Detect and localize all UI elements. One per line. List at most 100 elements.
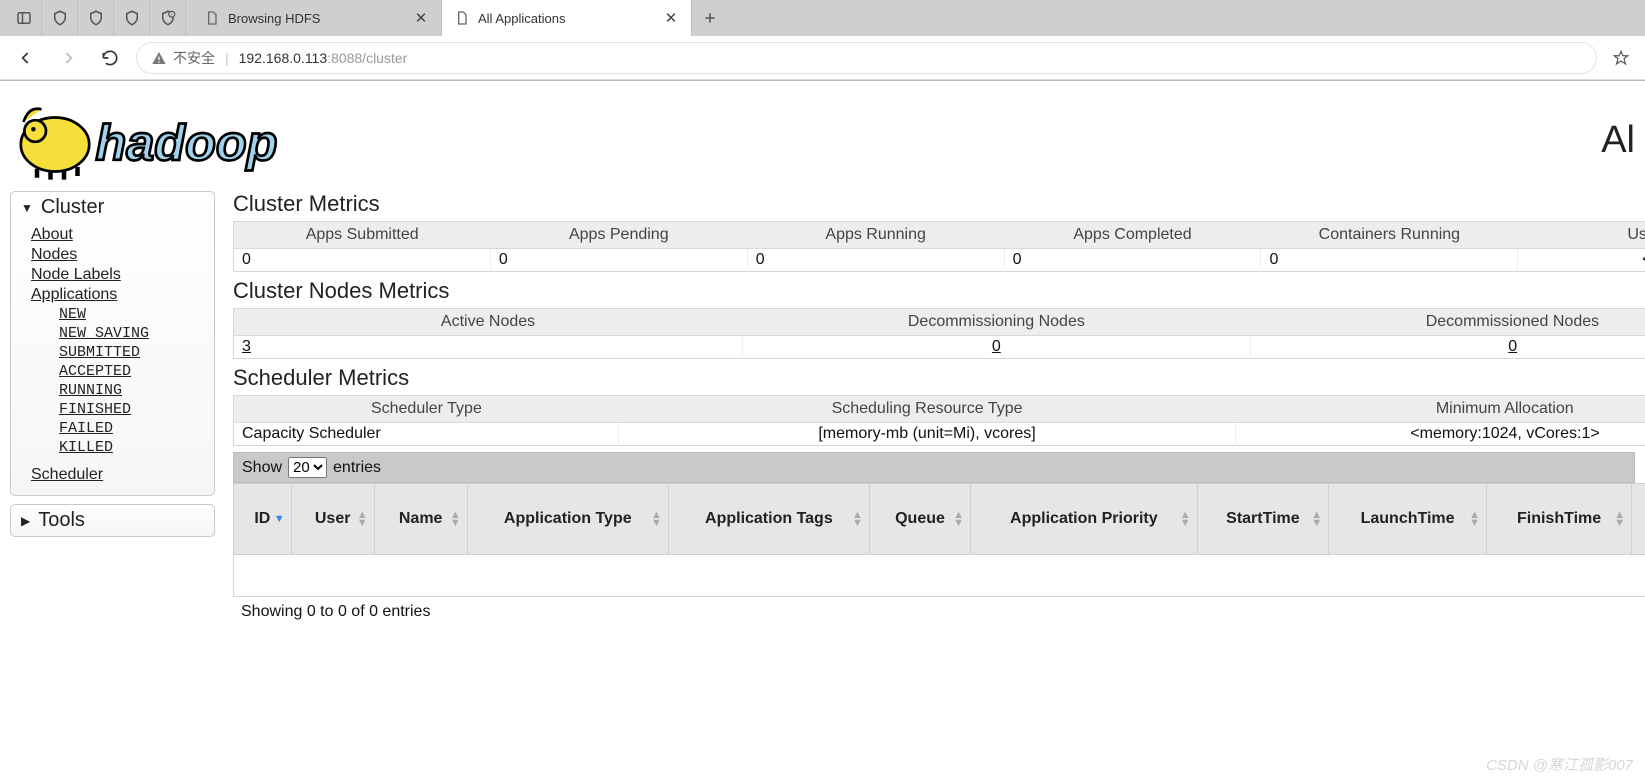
sidebar-tools-header[interactable]: ▶ Tools [11, 505, 214, 536]
col-decommissioned-nodes[interactable]: Decommissioned Nodes [1251, 309, 1645, 336]
tab-all-applications[interactable]: All Applications ✕ [442, 0, 692, 36]
sidebar-link-about[interactable]: About [31, 225, 214, 245]
sort-icon: ▲▼ [1180, 511, 1191, 527]
cell: 0 [747, 249, 1004, 272]
decommissioned-link[interactable]: 0 [1508, 338, 1517, 355]
watermark: CSDN @寒江孤影007 [1486, 754, 1633, 775]
col-id[interactable]: ID▼ [234, 484, 292, 555]
col-decommissioning-nodes[interactable]: Decommissioning Nodes [742, 309, 1251, 336]
decommissioning-link[interactable]: 0 [992, 338, 1001, 355]
cell: 0 [490, 249, 747, 272]
col-name[interactable]: Name▲▼ [374, 484, 467, 555]
forward-button[interactable] [52, 42, 84, 74]
cell: 0 [742, 336, 1251, 359]
col-resource-type[interactable]: Scheduling Resource Type [619, 396, 1235, 423]
cell: 0 [1251, 336, 1645, 359]
file-icon [204, 10, 220, 26]
sort-icon: ▲▼ [953, 511, 964, 527]
close-icon[interactable]: ✕ [413, 10, 429, 26]
col-state[interactable]: State▲▼ [1632, 484, 1645, 555]
sidebar-state-failed[interactable]: FAILED [59, 419, 214, 438]
url-input[interactable]: 不安全 | 192.168.0.113:8088/cluster [136, 42, 1597, 74]
separator: | [225, 50, 229, 66]
sort-desc-icon: ▼ [274, 515, 285, 523]
sort-icon: ▲▼ [357, 511, 368, 527]
sidebar-link-scheduler[interactable]: Scheduler [31, 465, 103, 485]
svg-text:!: ! [171, 13, 172, 18]
cell: <memory:0 B, vC [1518, 249, 1645, 272]
back-button[interactable] [10, 42, 42, 74]
cell: 0 [234, 249, 491, 272]
sort-icon: ▲▼ [852, 511, 863, 527]
sidebar-cluster-header[interactable]: ▼ Cluster [11, 192, 214, 223]
empty-row [234, 555, 1645, 597]
shield-icon[interactable] [78, 0, 114, 36]
col-active-nodes[interactable]: Active Nodes [234, 309, 743, 336]
col-min-alloc[interactable]: Minimum Allocation [1235, 396, 1645, 423]
sidebar-state-new[interactable]: NEW [59, 305, 214, 324]
col-starttime[interactable]: StartTime▲▼ [1197, 484, 1329, 555]
tab-browsing-hdfs[interactable]: Browsing HDFS ✕ [192, 0, 442, 36]
refresh-button[interactable] [94, 42, 126, 74]
show-label: Show [242, 459, 282, 477]
collapse-icon: ▼ [21, 201, 33, 215]
sidebar-link-nodes[interactable]: Nodes [31, 245, 214, 265]
cell: Capacity Scheduler [234, 423, 619, 446]
col-launchtime[interactable]: LaunchTime▲▼ [1329, 484, 1487, 555]
new-tab-button[interactable] [692, 0, 728, 36]
panel-icon[interactable] [6, 0, 42, 36]
col-apps-running[interactable]: Apps Running [747, 222, 1004, 249]
col-scheduler-type[interactable]: Scheduler Type [234, 396, 619, 423]
tab-title: Browsing HDFS [228, 11, 405, 26]
svg-text:hadoop: hadoop [96, 114, 278, 171]
sidebar-state-killed[interactable]: KILLED [59, 438, 214, 457]
insecure-label: 不安全 [173, 48, 215, 68]
datatable-length: Show 20 entries [233, 452, 1635, 483]
cell: 3 [234, 336, 743, 359]
col-app-tags[interactable]: Application Tags▲▼ [668, 484, 869, 555]
sidebar-link-applications[interactable]: Applications [31, 285, 214, 305]
col-finishtime[interactable]: FinishTime▲▼ [1486, 484, 1631, 555]
col-containers-running[interactable]: Containers Running [1261, 222, 1518, 249]
expand-icon: ▶ [21, 514, 30, 528]
section-cluster-metrics: Cluster Metrics [233, 191, 1635, 217]
shield-icon[interactable] [114, 0, 150, 36]
favorite-button[interactable] [1607, 49, 1635, 67]
browser-chrome: ! Browsing HDFS ✕ All Applications ✕ 不安全… [0, 0, 1645, 81]
sidebar-state-running[interactable]: RUNNING [59, 381, 214, 400]
tab-strip: ! Browsing HDFS ✕ All Applications ✕ [0, 0, 1645, 36]
sort-icon: ▲▼ [651, 511, 662, 527]
sidebar-state-accepted[interactable]: ACCEPTED [59, 362, 214, 381]
cell: <memory:1024, vCores:1> [1235, 423, 1645, 446]
window-controls: ! [0, 0, 192, 36]
tab-title: All Applications [478, 11, 655, 26]
cell: [memory-mb (unit=Mi), vcores] [619, 423, 1235, 446]
scheduler-metrics-table: Scheduler Type Scheduling Resource Type … [233, 395, 1645, 446]
url-text: 192.168.0.113:8088/cluster [239, 50, 408, 66]
col-queue[interactable]: Queue▲▼ [869, 484, 970, 555]
applications-table: ID▼ User▲▼ Name▲▼ Application Type▲▼ App… [233, 483, 1645, 597]
sidebar-state-finished[interactable]: FINISHED [59, 400, 214, 419]
entries-label: entries [333, 459, 381, 477]
col-apps-completed[interactable]: Apps Completed [1004, 222, 1261, 249]
col-app-priority[interactable]: Application Priority▲▼ [971, 484, 1198, 555]
page-size-select[interactable]: 20 [288, 457, 327, 478]
hadoop-logo: hadoop [10, 95, 388, 185]
close-icon[interactable]: ✕ [663, 10, 679, 26]
sort-icon: ▲▼ [450, 511, 461, 527]
sidebar-state-submitted[interactable]: SUBMITTED [59, 343, 214, 362]
nodes-metrics-table: Active Nodes Decommissioning Nodes Decom… [233, 308, 1645, 359]
sidebar-cluster-block: ▼ Cluster About Nodes Node Labels Applic… [10, 191, 215, 496]
sidebar-state-new-saving[interactable]: NEW_SAVING [59, 324, 214, 343]
col-apps-submitted[interactable]: Apps Submitted [234, 222, 491, 249]
col-used[interactable]: Used [1518, 222, 1645, 249]
shield-alert-icon[interactable]: ! [150, 0, 186, 36]
sidebar: ▼ Cluster About Nodes Node Labels Applic… [10, 191, 215, 545]
col-apps-pending[interactable]: Apps Pending [490, 222, 747, 249]
shield-icon[interactable] [42, 0, 78, 36]
sidebar-link-node-labels[interactable]: Node Labels [31, 265, 214, 285]
col-user[interactable]: User▲▼ [291, 484, 374, 555]
page-title: Al [1593, 119, 1635, 162]
col-app-type[interactable]: Application Type▲▼ [467, 484, 668, 555]
active-nodes-link[interactable]: 3 [242, 338, 251, 355]
